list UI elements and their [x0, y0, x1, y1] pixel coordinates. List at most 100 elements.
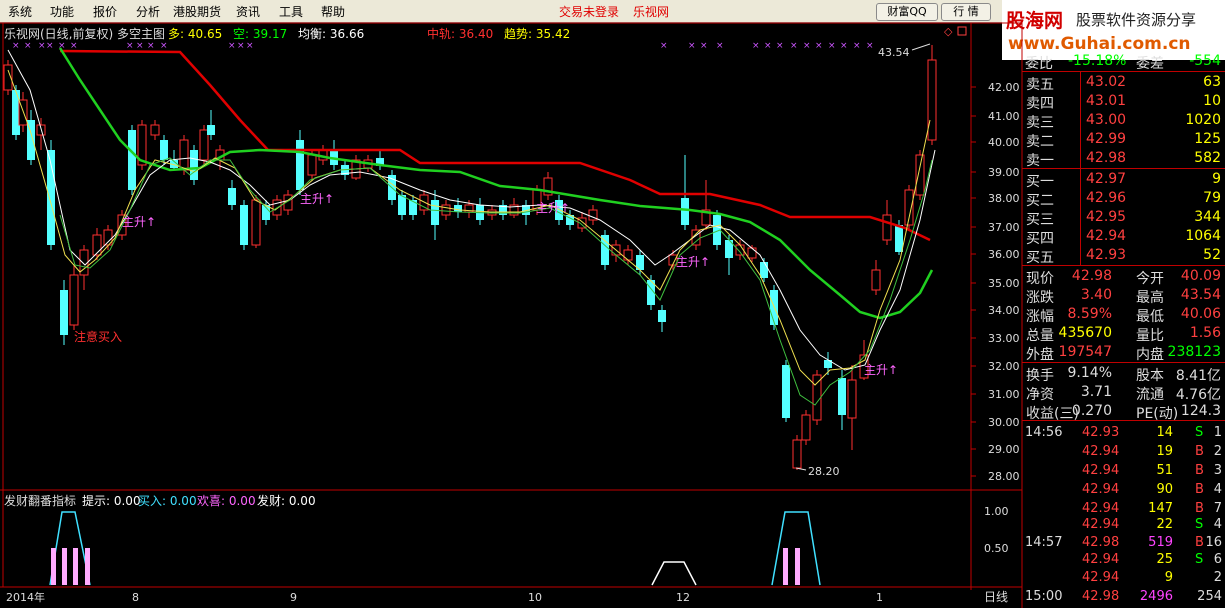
- signal-bar: [85, 548, 90, 585]
- tick-count: 6: [1213, 552, 1222, 567]
- y-tick: 31.00: [988, 388, 1020, 401]
- stat-value: 40.06: [1180, 306, 1221, 322]
- tick-volume: 22: [1156, 517, 1173, 532]
- y-tick: 30.00: [988, 416, 1020, 429]
- candle-body: [812, 374, 822, 421]
- candle-body: [307, 154, 317, 176]
- tick-side: B: [1195, 535, 1204, 550]
- tick-volume: 51: [1156, 463, 1173, 478]
- signal-mark: ×: [815, 41, 823, 51]
- fund-value: 124.3: [1180, 403, 1221, 419]
- candle-body: [409, 200, 417, 215]
- stat-label: 最高: [1136, 290, 1164, 306]
- candle-body: [240, 205, 248, 245]
- tick-volume: 90: [1156, 482, 1173, 497]
- tick-price: 42.94: [1082, 463, 1120, 478]
- order-price: 43.02: [1086, 74, 1127, 90]
- fund-label: 流通: [1136, 387, 1164, 403]
- signal-mark: ×: [828, 41, 836, 51]
- signal-mark: ×: [70, 41, 78, 51]
- tick-price: 42.94: [1082, 501, 1120, 516]
- tick-row: 14:56 42.93 14 S 1: [1022, 424, 1225, 442]
- stat-value: 238123: [1167, 344, 1221, 360]
- y-tick: 39.00: [988, 166, 1020, 179]
- signal-bar: [62, 548, 67, 585]
- order-row: 买一 42.97 9: [1022, 170, 1225, 190]
- stat-label: 涨幅: [1026, 309, 1054, 325]
- signal-bar: [795, 548, 800, 585]
- order-label: 卖一: [1026, 153, 1054, 169]
- fundamental-row: 净资 3.71 流通 4.76亿: [1022, 383, 1225, 403]
- stat-label: 量比: [1136, 328, 1164, 344]
- rise-signal-label: 主升↑: [300, 192, 334, 206]
- order-row: 买二 42.96 79: [1022, 189, 1225, 209]
- stat-value: 3.40: [1080, 287, 1112, 303]
- rise-signal-label: 主升↑: [536, 201, 570, 215]
- order-row: 买四 42.94 1064: [1022, 227, 1225, 247]
- tick-price: 42.98: [1082, 535, 1120, 550]
- stat-label: 涨跌: [1026, 290, 1054, 306]
- tick-count: 7: [1213, 501, 1222, 516]
- signal-mark: ×: [228, 41, 236, 51]
- chart-expand-icon: ◇: [944, 25, 953, 38]
- period-label: 日线: [984, 590, 1008, 604]
- stat-row: 涨幅 8.59% 最低 40.06: [1022, 305, 1225, 325]
- candle-body: [871, 269, 881, 291]
- stat-label: 内盘: [1136, 347, 1164, 363]
- weibi-row: 委比 -15.18% 委差 -554: [1025, 53, 1221, 72]
- order-price: 43.01: [1086, 93, 1127, 109]
- y-tick: 32.00: [988, 360, 1020, 373]
- signal-mark: ×: [136, 41, 144, 51]
- order-label: 卖三: [1026, 115, 1054, 131]
- candle-body: [927, 59, 937, 141]
- tick-volume: 25: [1156, 552, 1173, 567]
- candle-body: [782, 365, 790, 418]
- order-price: 42.93: [1086, 247, 1127, 263]
- tick-side: S: [1195, 552, 1204, 567]
- order-price: 42.97: [1086, 171, 1127, 187]
- order-label: 卖二: [1026, 134, 1054, 150]
- buy-signal-label: 注意买入: [74, 329, 122, 344]
- tick-volume: 519: [1148, 535, 1173, 550]
- y-tick: 41.00: [988, 110, 1020, 123]
- stat-row: 总量 435670 量比 1.56: [1022, 324, 1225, 344]
- signal-mark: ×: [776, 41, 784, 51]
- tick-row: 42.94 19 B 2: [1022, 443, 1225, 461]
- tick-row: 42.94 90 B 4: [1022, 481, 1225, 499]
- sub-value-tip: 提示: 0.00: [82, 494, 141, 508]
- tick-count: 2: [1213, 570, 1222, 585]
- order-label: 买三: [1026, 212, 1054, 228]
- candle-body: [199, 129, 209, 161]
- tick-time: 15:00: [1025, 589, 1063, 604]
- tick-side: S: [1195, 517, 1204, 532]
- y-tick: 37.00: [988, 221, 1020, 234]
- y-tick: 35.00: [988, 277, 1020, 290]
- x-label: 10: [528, 591, 542, 604]
- sub-chart-title: 发财翻番指标: [4, 494, 77, 508]
- tick-count: 2: [1213, 444, 1222, 459]
- signal-mark: ×: [752, 41, 760, 51]
- tick-price: 42.94: [1082, 570, 1120, 585]
- candle-body: [747, 247, 757, 259]
- order-price: 42.96: [1086, 190, 1127, 206]
- candle-body: [69, 274, 79, 326]
- order-price: 42.98: [1086, 150, 1127, 166]
- tick-time: 14:56: [1025, 425, 1063, 440]
- order-row: 买三 42.95 344: [1022, 208, 1225, 228]
- signal-bar: [51, 548, 56, 585]
- order-volume: 52: [1203, 247, 1221, 263]
- x-label: 9: [290, 591, 297, 604]
- sub-value-rich: 发财: 0.00: [257, 494, 316, 508]
- tick-count: 4: [1213, 482, 1222, 497]
- tick-count: 4: [1213, 517, 1222, 532]
- stat-value: 8.59%: [1067, 306, 1112, 322]
- signal-mark: ×: [46, 41, 54, 51]
- signal-bar: [783, 548, 788, 585]
- signal-mark: ×: [660, 41, 668, 51]
- tick-row: 42.94 25 S 6: [1022, 551, 1225, 569]
- tick-price: 42.94: [1082, 444, 1120, 459]
- x-label: 2014年: [6, 590, 45, 604]
- order-volume: 1064: [1185, 228, 1221, 244]
- candle-body: [760, 262, 768, 278]
- fund-value: 9.14%: [1067, 365, 1112, 381]
